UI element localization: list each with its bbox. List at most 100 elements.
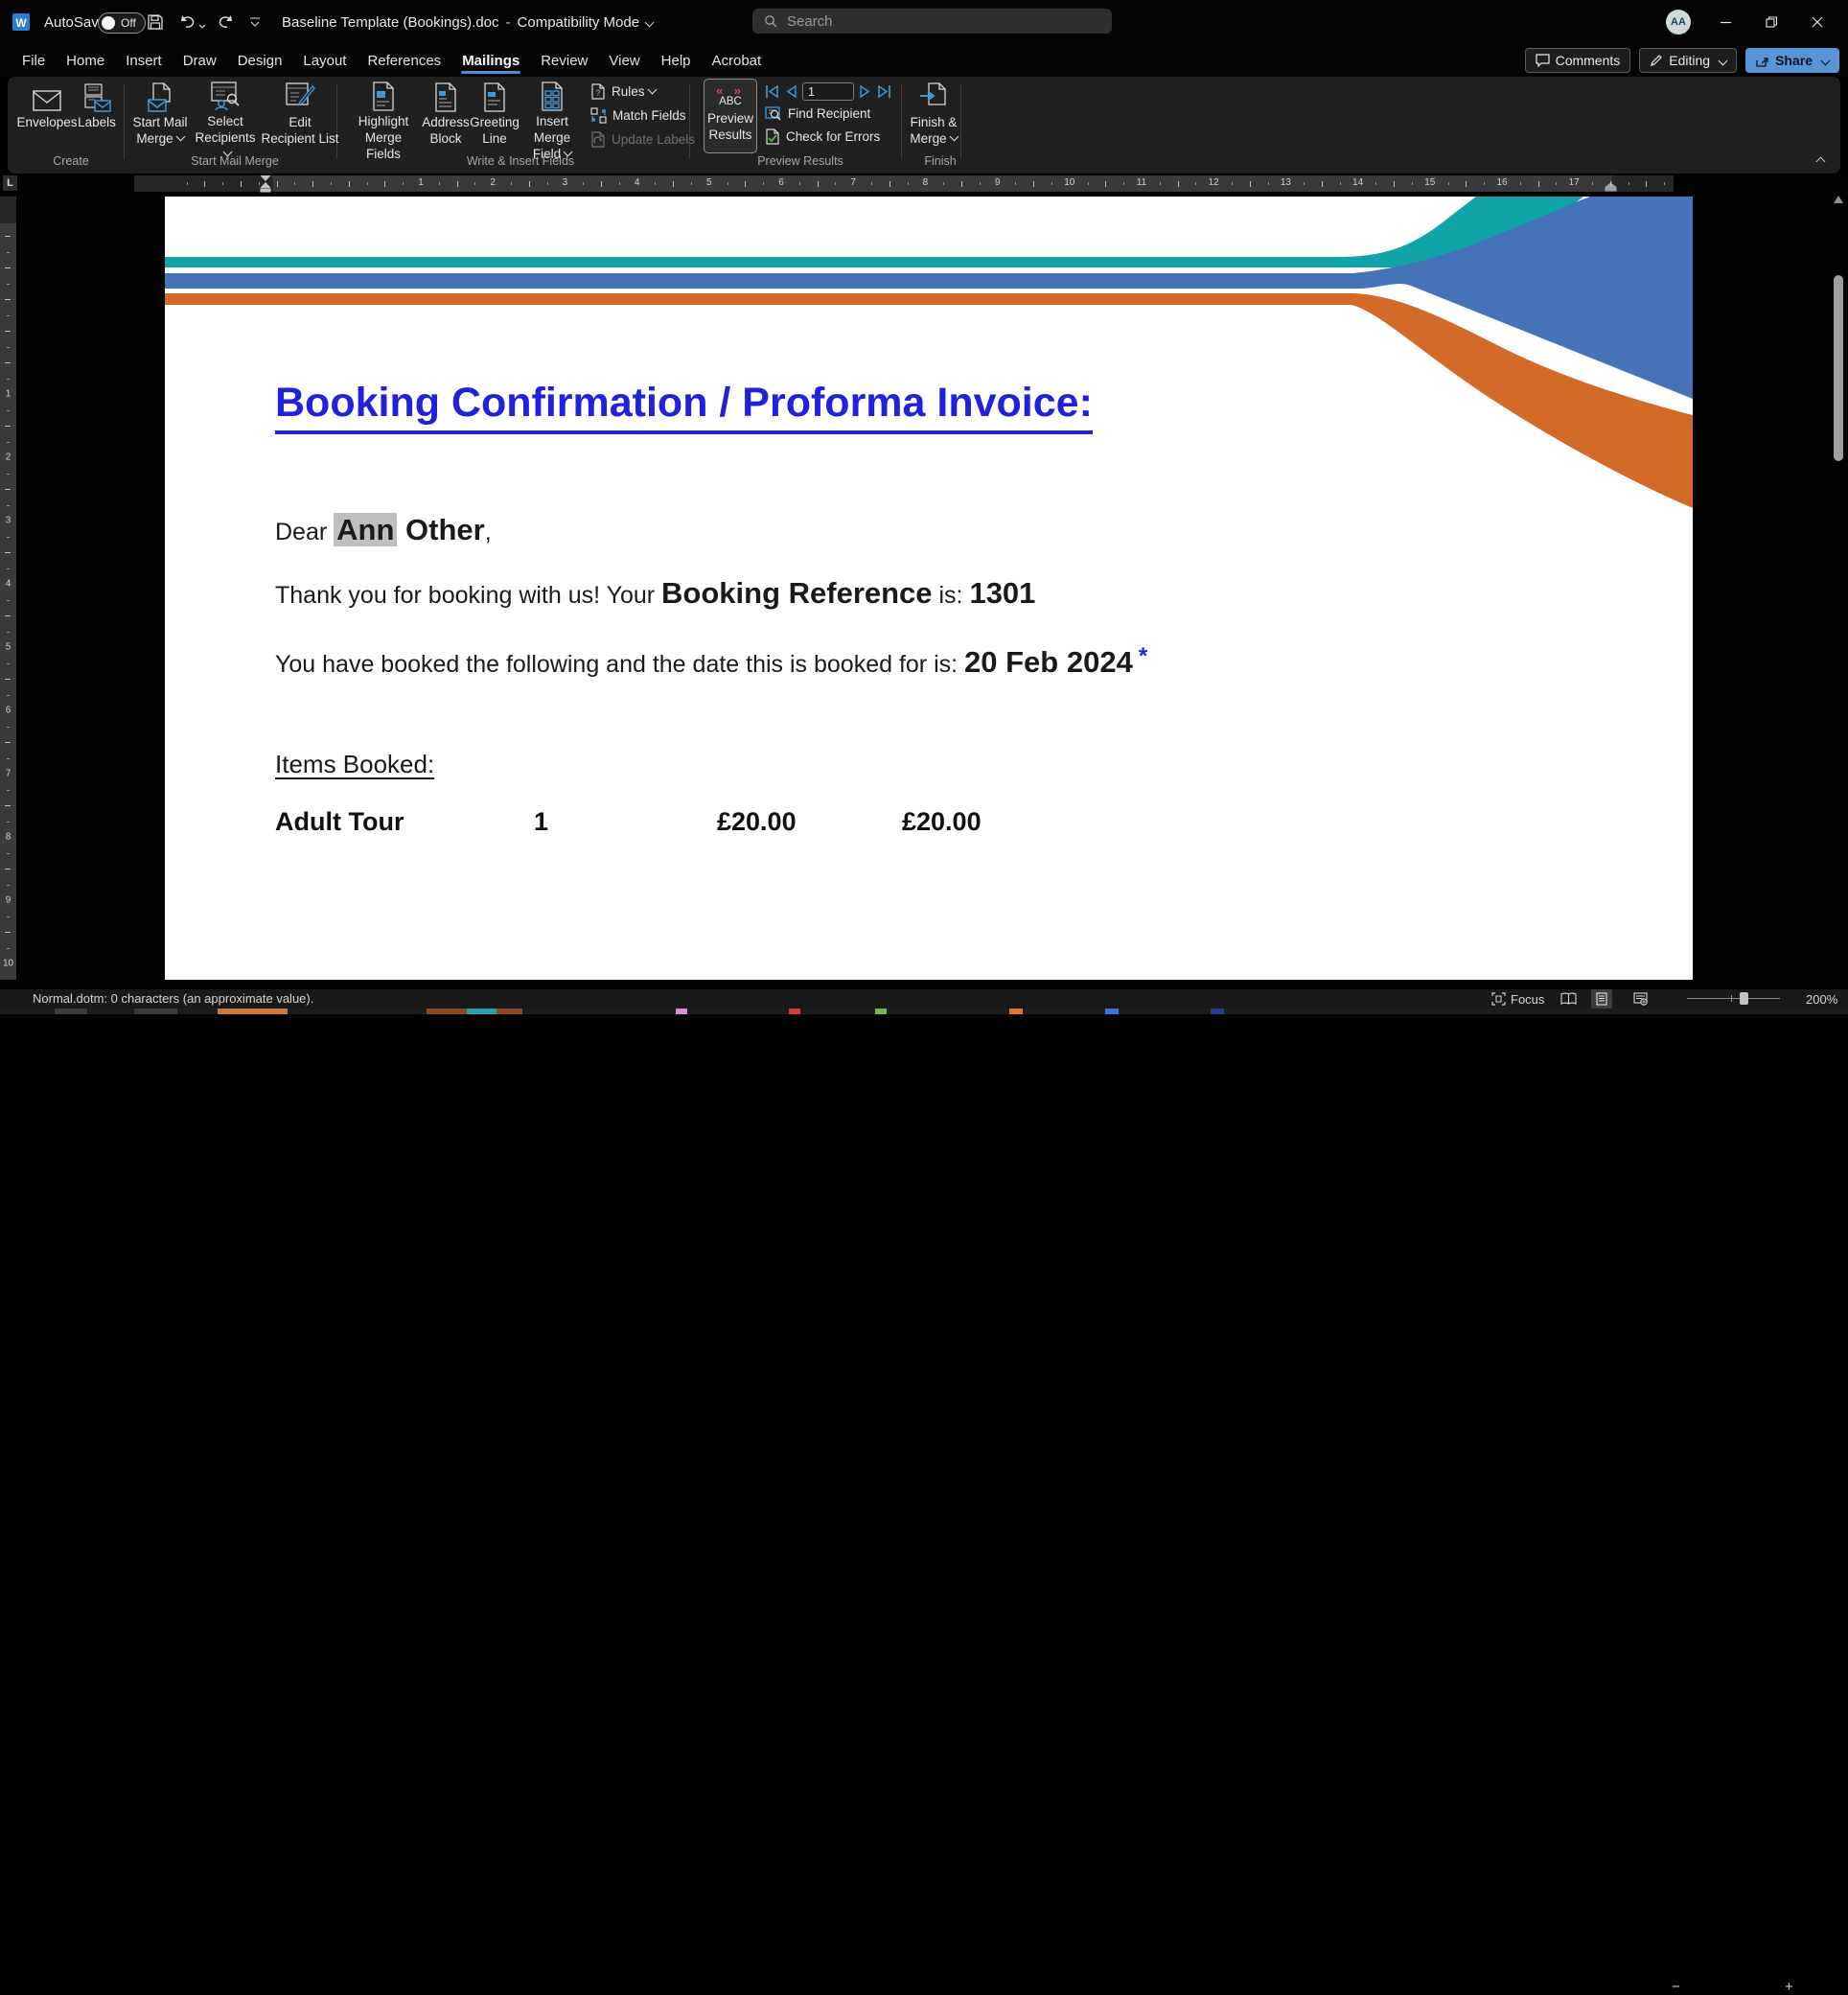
comments-button[interactable]: Comments xyxy=(1524,48,1631,73)
update-labels-icon xyxy=(591,130,605,148)
rules-button[interactable]: ? Rules xyxy=(590,81,657,101)
highlight-merge-fields-button[interactable]: Highlight Merge Fields xyxy=(349,80,418,161)
compatibility-mode-label[interactable]: Compatibility Mode xyxy=(518,14,640,31)
svg-text:W: W xyxy=(15,16,27,30)
autosave-toggle[interactable]: Off xyxy=(98,12,146,34)
status-bar: Normal.dotm: 0 characters (an approximat… xyxy=(0,989,1848,1995)
address-block-button[interactable]: Address Block xyxy=(420,80,472,151)
horizontal-ruler[interactable]: 1 2 3 4 5 6 7 8 9 10 11 12 13 14 15 16 17 xyxy=(134,175,1674,193)
status-text[interactable]: Normal.dotm: 0 characters (an approximat… xyxy=(33,991,313,1006)
undo-button[interactable] xyxy=(174,0,209,44)
match-fields-icon xyxy=(590,106,607,124)
highlight-merge-fields-icon xyxy=(371,81,396,111)
tab-references[interactable]: References xyxy=(357,44,451,77)
vertical-scrollbar-thumb[interactable] xyxy=(1834,275,1843,461)
word-app-icon[interactable]: W xyxy=(12,0,32,44)
items-booked-heading[interactable]: Items Booked: xyxy=(275,750,434,779)
booking-reference-line[interactable]: Thank you for booking with us! Your Book… xyxy=(275,576,1035,611)
tab-insert[interactable]: Insert xyxy=(115,44,173,77)
ruler-number: 10 xyxy=(2,958,14,969)
tab-file[interactable]: File xyxy=(12,44,56,77)
document-heading[interactable]: Booking Confirmation / Proforma Invoice: xyxy=(275,380,1093,435)
greeting-line-label-1: Greeting xyxy=(470,115,520,129)
finish-and-merge-button[interactable]: Finish & Merge xyxy=(909,80,959,151)
pencil-icon xyxy=(1651,55,1663,66)
tab-stop-selector[interactable]: L xyxy=(3,175,17,191)
insert-merge-field-button[interactable]: Insert Merge Field xyxy=(518,80,587,161)
edit-recipient-list-button[interactable]: Edit Recipient List xyxy=(259,80,341,151)
preview-results-toggle[interactable]: « » ABC Preview Results xyxy=(704,79,757,153)
edit-recipient-list-label-2: Recipient List xyxy=(261,131,339,146)
zoom-level[interactable]: 200% xyxy=(1806,989,1837,1009)
tab-draw[interactable]: Draw xyxy=(173,44,227,77)
collapse-ribbon-button[interactable] xyxy=(1810,154,1827,168)
scroll-up-button[interactable] xyxy=(1833,195,1844,204)
taskbar-icon-sliver[interactable] xyxy=(218,1009,288,1014)
zoom-slider-track[interactable] xyxy=(1687,998,1780,999)
focus-button[interactable]: Focus xyxy=(1491,989,1544,1009)
ruler-number: 14 xyxy=(1352,177,1364,188)
ruler-number: 16 xyxy=(1496,177,1508,188)
customize-toolbar-button[interactable] xyxy=(242,0,268,44)
match-fields-button[interactable]: Match Fields xyxy=(590,105,686,125)
last-record-button[interactable] xyxy=(876,84,891,99)
chevron-down-icon xyxy=(1820,56,1831,65)
merge-field-first-name[interactable]: Ann xyxy=(334,513,398,546)
tab-home[interactable]: Home xyxy=(56,44,115,77)
zoom-in-button[interactable]: + xyxy=(1785,1979,1793,1995)
close-button[interactable] xyxy=(1796,0,1838,44)
tab-help[interactable]: Help xyxy=(651,44,702,77)
print-layout-button[interactable] xyxy=(1591,989,1612,1009)
first-line-indent-marker[interactable] xyxy=(259,175,273,193)
tab-acrobat[interactable]: Acrobat xyxy=(702,44,773,77)
record-number-input[interactable] xyxy=(802,82,854,101)
taskbar-icon-sliver[interactable] xyxy=(1211,1009,1224,1014)
taskbar-icon-sliver[interactable] xyxy=(875,1009,887,1014)
taskbar-icon-sliver[interactable] xyxy=(1105,1009,1119,1014)
zoom-slider-thumb[interactable] xyxy=(1740,992,1748,1005)
tab-layout[interactable]: Layout xyxy=(292,44,357,77)
tab-view[interactable]: View xyxy=(598,44,650,77)
tab-mailings[interactable]: Mailings xyxy=(451,44,530,77)
select-recipients-button[interactable]: Select Recipients xyxy=(194,80,257,157)
start-mail-merge-icon xyxy=(146,81,174,112)
search-box[interactable] xyxy=(752,9,1112,34)
minimize-button[interactable] xyxy=(1704,0,1746,44)
vertical-ruler[interactable]: 1 2 3 4 5 6 7 8 9 10 xyxy=(0,197,16,980)
previous-record-button[interactable] xyxy=(785,84,797,99)
greeting-line[interactable]: Dear Ann Other, xyxy=(275,513,492,547)
zoom-out-button[interactable]: − xyxy=(1672,1979,1680,1995)
group-label-start-mail-merge: Start Mail Merge xyxy=(191,154,279,168)
web-layout-button[interactable] xyxy=(1633,989,1648,1009)
match-fields-label: Match Fields xyxy=(612,107,686,123)
tab-review[interactable]: Review xyxy=(530,44,598,77)
share-button[interactable]: Share xyxy=(1745,48,1839,73)
document-page[interactable]: Booking Confirmation / Proforma Invoice:… xyxy=(165,197,1693,980)
taskbar-icon-sliver[interactable] xyxy=(134,1009,177,1014)
envelopes-button[interactable]: Envelopes xyxy=(16,80,78,151)
taskbar-icon-sliver[interactable] xyxy=(1009,1009,1023,1014)
booking-date-line[interactable]: You have booked the following and the da… xyxy=(275,643,1147,680)
first-record-button[interactable] xyxy=(765,84,780,99)
taskbar-icon-sliver[interactable] xyxy=(789,1009,800,1014)
find-recipient-button[interactable]: Find Recipient xyxy=(765,104,870,123)
check-for-errors-button[interactable]: Check for Errors xyxy=(765,127,880,146)
read-mode-button[interactable] xyxy=(1560,989,1577,1009)
ruler-number: 5 xyxy=(706,177,712,188)
start-mail-merge-button[interactable]: Start Mail Merge xyxy=(130,80,190,151)
avatar[interactable]: AA xyxy=(1666,10,1691,35)
labels-button[interactable]: Labels xyxy=(69,80,125,151)
tab-design[interactable]: Design xyxy=(227,44,293,77)
chevron-down-icon xyxy=(175,131,186,142)
save-button[interactable] xyxy=(142,0,169,44)
search-input[interactable] xyxy=(785,12,1076,31)
editing-button[interactable]: Editing xyxy=(1639,48,1738,73)
redo-button[interactable] xyxy=(213,0,240,44)
taskbar-icon-sliver[interactable] xyxy=(55,1009,87,1014)
ruler-number: 15 xyxy=(1424,177,1436,188)
taskbar-icon-sliver[interactable] xyxy=(467,1009,497,1014)
greeting-line-button[interactable]: Greeting Line xyxy=(470,80,520,151)
taskbar-icon-sliver[interactable] xyxy=(676,1009,687,1014)
restore-button[interactable] xyxy=(1750,0,1792,44)
next-record-button[interactable] xyxy=(859,84,871,99)
